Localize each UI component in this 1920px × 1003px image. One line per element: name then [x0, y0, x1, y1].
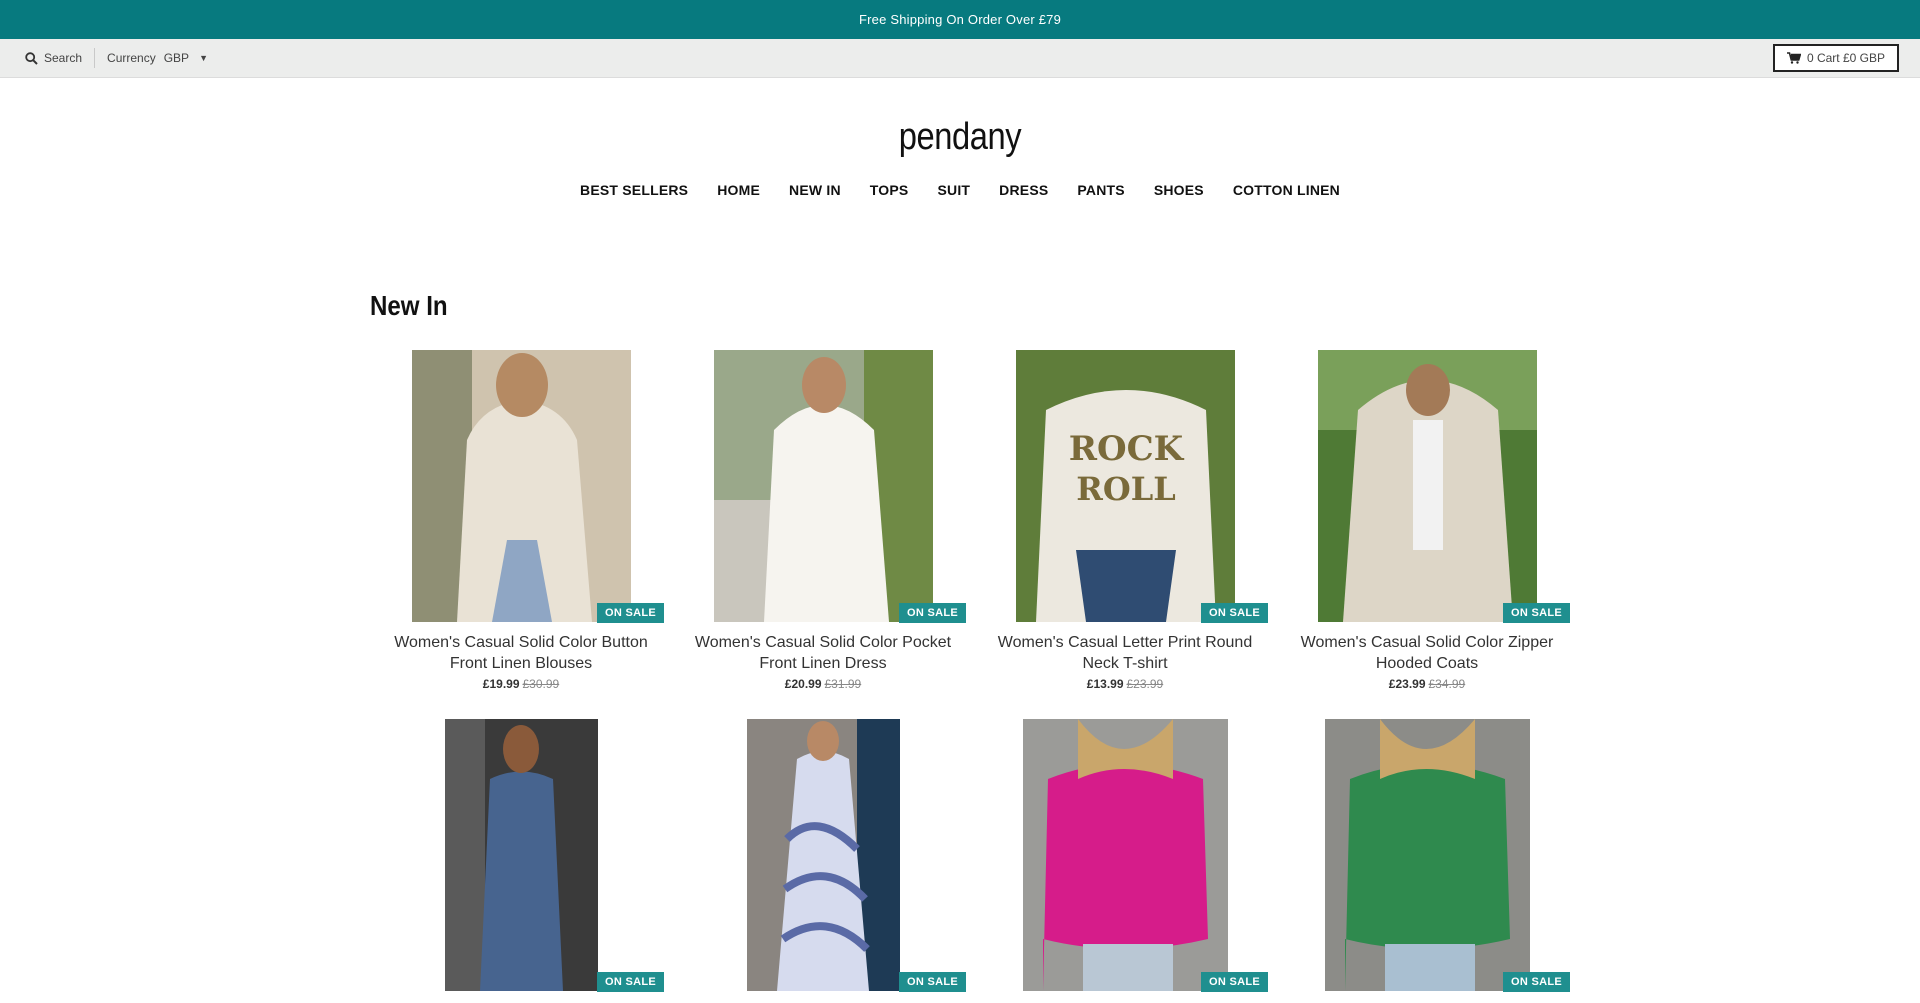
- svg-text:ROCK: ROCK: [1068, 429, 1184, 469]
- original-price: £30.99: [522, 677, 560, 691]
- product-price: £13.99 £23.99: [974, 677, 1276, 691]
- nav-home[interactable]: HOME: [717, 182, 760, 198]
- product-card[interactable]: ON SALE Women's Casual Solid Color Butto…: [370, 350, 672, 691]
- product-price: £19.99 £30.99: [370, 677, 672, 691]
- product-card[interactable]: ON SALE: [370, 719, 672, 992]
- product-card[interactable]: ON SALE: [672, 719, 974, 992]
- product-title[interactable]: Women's Casual Solid Color Zipper Hooded…: [1276, 632, 1578, 674]
- currency-label: Currency: [107, 51, 156, 65]
- nav-new-in[interactable]: NEW IN: [789, 182, 841, 198]
- product-image[interactable]: [713, 350, 933, 622]
- product-card[interactable]: ON SALE: [974, 719, 1276, 992]
- product-image[interactable]: [1022, 719, 1228, 991]
- nav-cotton-linen[interactable]: COTTON LINEN: [1233, 182, 1340, 198]
- chevron-down-icon: ▼: [199, 53, 208, 63]
- product-title[interactable]: Women's Casual Solid Color Button Front …: [370, 632, 672, 674]
- product-grid: ON SALE Women's Casual Solid Color Butto…: [370, 350, 1580, 992]
- sale-price: £19.99: [482, 677, 520, 691]
- sale-price: £20.99: [784, 677, 822, 691]
- on-sale-badge: ON SALE: [1201, 603, 1268, 623]
- product-card[interactable]: ON SALE Women's Casual Solid Color Pocke…: [672, 350, 974, 691]
- original-price: £31.99: [824, 677, 862, 691]
- currency-selector[interactable]: Currency GBP ▼: [107, 51, 208, 65]
- nav-best-sellers[interactable]: BEST SELLERS: [580, 182, 688, 198]
- utility-divider: [94, 48, 96, 68]
- svg-text:ROLL: ROLL: [1076, 470, 1175, 508]
- on-sale-badge: ON SALE: [899, 972, 966, 992]
- announcement-bar: Free Shipping On Order Over £79: [0, 0, 1920, 39]
- on-sale-badge: ON SALE: [1503, 603, 1570, 623]
- product-card[interactable]: ON SALE Women's Casual Solid Color Zippe…: [1276, 350, 1578, 691]
- product-price: £20.99 £31.99: [672, 677, 974, 691]
- nav-suit[interactable]: SUIT: [937, 182, 970, 198]
- product-image[interactable]: [1317, 350, 1537, 622]
- product-card[interactable]: ROCK ROLL ON SALE Women's Casual Letter P…: [974, 350, 1276, 691]
- currency-value: GBP: [163, 51, 190, 65]
- product-title[interactable]: Women's Casual Solid Color Pocket Front …: [672, 632, 974, 674]
- main-nav: BEST SELLERS HOME NEW IN TOPS SUIT DRESS…: [0, 182, 1920, 198]
- product-image[interactable]: ROCK ROLL: [1015, 350, 1235, 622]
- product-image[interactable]: [1324, 719, 1530, 991]
- sale-price: £23.99: [1388, 677, 1426, 691]
- nav-shoes[interactable]: SHOES: [1154, 182, 1204, 198]
- on-sale-badge: ON SALE: [597, 603, 664, 623]
- search-icon: [25, 51, 38, 65]
- utility-bar: Search Currency GBP ▼ 0 Cart £0 GBP: [0, 39, 1920, 78]
- product-image[interactable]: [444, 719, 598, 991]
- on-sale-badge: ON SALE: [1201, 972, 1268, 992]
- search-label: Search: [44, 51, 83, 65]
- search-button[interactable]: Search: [25, 51, 82, 65]
- product-price: £23.99 £34.99: [1276, 677, 1578, 691]
- announcement-text: Free Shipping On Order Over £79: [858, 12, 1062, 27]
- store-logo[interactable]: pendany: [134, 113, 1785, 161]
- section-title: New In: [370, 290, 448, 321]
- nav-pants[interactable]: PANTS: [1077, 182, 1124, 198]
- product-card[interactable]: ON SALE: [1276, 719, 1578, 992]
- cart-icon: [1786, 52, 1801, 64]
- cart-label: 0 Cart £0 GBP: [1806, 51, 1885, 65]
- product-title[interactable]: Women's Casual Letter Print Round Neck T…: [974, 632, 1276, 674]
- cart-button[interactable]: 0 Cart £0 GBP: [1772, 44, 1899, 72]
- on-sale-badge: ON SALE: [899, 603, 966, 623]
- on-sale-badge: ON SALE: [597, 972, 664, 992]
- original-price: £34.99: [1428, 677, 1466, 691]
- sale-price: £13.99: [1086, 677, 1124, 691]
- product-image[interactable]: [746, 719, 900, 991]
- on-sale-badge: ON SALE: [1503, 972, 1570, 992]
- product-image[interactable]: [411, 350, 631, 622]
- original-price: £23.99: [1126, 677, 1164, 691]
- nav-dress[interactable]: DRESS: [999, 182, 1048, 198]
- nav-tops[interactable]: TOPS: [870, 182, 909, 198]
